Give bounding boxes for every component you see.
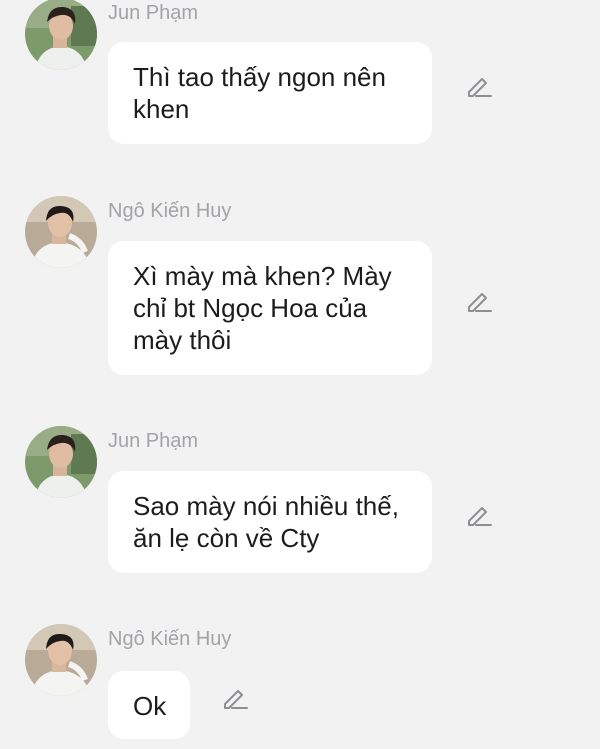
message-bubble[interactable]: Ok: [108, 671, 190, 739]
sender-name: Ngô Kiến Huy: [108, 628, 232, 650]
message-bubble[interactable]: Thì tao thấy ngon nên khen: [108, 42, 432, 144]
avatar[interactable]: [25, 196, 97, 268]
pencil-edit-icon[interactable]: [464, 500, 494, 530]
sender-name: Jun Phạm: [108, 430, 199, 452]
avatar[interactable]: [25, 426, 97, 498]
pencil-edit-icon[interactable]: [220, 683, 250, 713]
chat-thread: Jun Phạm Thì tao thấy ngon nên khen Ngô …: [0, 0, 600, 749]
sender-name: Ngô Kiến Huy: [108, 200, 232, 222]
avatar[interactable]: [25, 624, 97, 696]
sender-name: Jun Phạm: [108, 2, 199, 24]
message-bubble[interactable]: Xì mày mà khen? Mày chỉ bt Ngọc Hoa của …: [108, 241, 432, 375]
pencil-edit-icon[interactable]: [464, 71, 494, 101]
pencil-edit-icon[interactable]: [464, 286, 494, 316]
message-bubble[interactable]: Sao mày nói nhiều thế, ăn lẹ còn về Cty: [108, 471, 432, 573]
avatar[interactable]: [25, 0, 97, 70]
